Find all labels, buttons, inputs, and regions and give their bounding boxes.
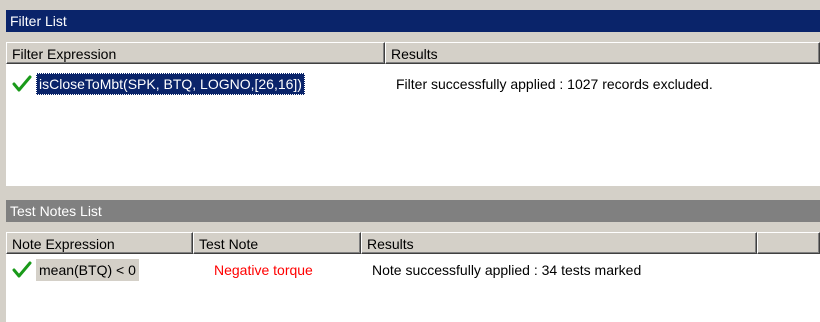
column-note-expression[interactable]: Note Expression xyxy=(6,232,193,254)
note-expression-cell[interactable]: mean(BTQ) < 0 xyxy=(36,259,139,281)
filter-expression-cell[interactable]: isCloseToMbt(SPK, BTQ, LOGNO,[26,16]) xyxy=(36,73,305,95)
filter-result-cell: Filter successfully applied : 1027 recor… xyxy=(396,76,713,92)
column-results[interactable]: Results xyxy=(361,232,757,254)
test-notes-list-header: Note Expression Test Note Results xyxy=(6,232,820,254)
green-checkmark-icon xyxy=(12,261,32,278)
filter-list-title: Filter List xyxy=(6,10,820,32)
column-results[interactable]: Results xyxy=(385,42,820,64)
list-item[interactable]: mean(BTQ) < 0 Negative torque Note succe… xyxy=(6,259,820,281)
test-note-cell: Negative torque xyxy=(214,262,313,278)
column-extra[interactable] xyxy=(757,232,820,254)
note-result-cell: Note successfully applied : 34 tests mar… xyxy=(372,262,642,278)
test-notes-list-body[interactable]: mean(BTQ) < 0 Negative torque Note succe… xyxy=(6,254,820,322)
filter-list-header: Filter Expression Results xyxy=(6,42,820,64)
column-filter-expression[interactable]: Filter Expression xyxy=(6,42,385,64)
test-notes-list-title: Test Notes List xyxy=(6,200,820,222)
green-checkmark-icon xyxy=(12,75,32,92)
filter-list-body[interactable]: isCloseToMbt(SPK, BTQ, LOGNO,[26,16]) Fi… xyxy=(6,64,820,186)
column-test-note[interactable]: Test Note xyxy=(193,232,361,254)
test-notes-list-panel: Test Notes List Note Expression Test Not… xyxy=(0,186,820,322)
list-item[interactable]: isCloseToMbt(SPK, BTQ, LOGNO,[26,16]) Fi… xyxy=(6,73,820,95)
filter-list-panel: Filter List Filter Expression Results is… xyxy=(0,0,820,186)
